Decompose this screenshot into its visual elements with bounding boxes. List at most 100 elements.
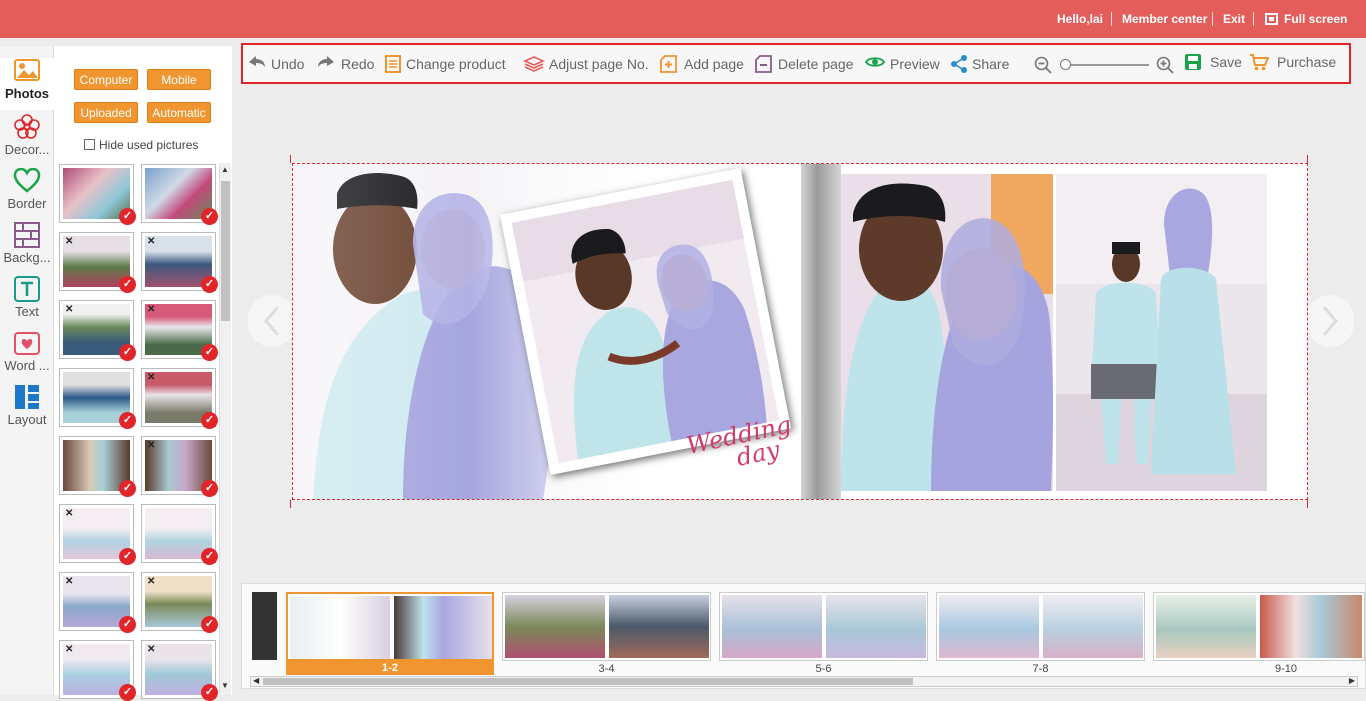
photo-thumbnail[interactable]: ✕ ✓	[141, 300, 218, 361]
mobile-button[interactable]: Mobile	[147, 69, 211, 90]
undo-label: Undo	[271, 56, 305, 72]
sidebar-item-border[interactable]: Border	[0, 168, 54, 222]
spread-label[interactable]: 1-2	[286, 661, 494, 675]
scrollbar-thumb[interactable]	[221, 181, 230, 321]
cover-thumbnail[interactable]	[252, 592, 277, 660]
spread-thumbnail[interactable]	[1153, 592, 1365, 661]
photo-thumbnail[interactable]: ✓	[59, 164, 136, 225]
zoom-in-icon[interactable]	[1156, 56, 1174, 74]
photo-thumbnail[interactable]: ✕ ✓	[141, 232, 218, 293]
photo-thumbnail[interactable]: ✕ ✓	[59, 232, 136, 293]
right-photo-left[interactable]	[841, 174, 1053, 491]
remove-icon[interactable]: ✕	[65, 508, 73, 519]
sidebar-item-layout[interactable]: Layout	[0, 384, 54, 438]
remove-icon[interactable]: ✕	[147, 440, 155, 451]
spread-label[interactable]: 7-8	[936, 663, 1145, 675]
spread-label[interactable]: 3-4	[502, 663, 711, 675]
photo-thumbnail[interactable]: ✕ ✓	[141, 640, 218, 701]
scroll-down-icon[interactable]: ▼	[221, 681, 229, 690]
delete-page-label: Delete page	[778, 56, 854, 72]
next-page-button[interactable]	[1306, 295, 1354, 347]
sidebar-item-decor[interactable]: Decor...	[0, 114, 54, 168]
undo-button[interactable]: Undo	[248, 54, 308, 74]
adjust-page-no-button[interactable]: Adjust page No.	[523, 54, 651, 74]
remove-icon[interactable]: ✕	[147, 372, 155, 383]
used-check-icon: ✓	[201, 344, 218, 361]
greeting-text: Hello,lai	[1057, 12, 1104, 26]
remove-icon[interactable]: ✕	[65, 304, 73, 315]
computer-button[interactable]: Computer	[74, 69, 138, 90]
hide-used-checkbox[interactable]: Hide used pictures	[84, 138, 198, 152]
remove-icon[interactable]: ✕	[65, 236, 73, 247]
sidebar-item-word-art[interactable]: Word ...	[0, 330, 54, 384]
text-icon	[14, 276, 40, 302]
used-check-icon: ✓	[119, 480, 136, 497]
spread-label[interactable]: 5-6	[719, 663, 928, 675]
redo-label: Redo	[341, 56, 375, 72]
photo-thumbnail[interactable]: ✓	[59, 368, 136, 429]
scrollbar-thumb[interactable]	[263, 678, 913, 685]
full-screen-link[interactable]: Full screen	[1284, 12, 1347, 26]
couple-photo-closeup[interactable]	[841, 174, 1053, 491]
automatic-button[interactable]: Automatic	[147, 102, 211, 123]
photo-thumbnail[interactable]: ✕ ✓	[59, 300, 136, 361]
remove-icon[interactable]: ✕	[147, 304, 155, 315]
delete-page-icon	[755, 55, 772, 73]
photo-thumbnail[interactable]: ✓	[141, 164, 218, 225]
redo-button[interactable]: Redo	[317, 54, 375, 74]
remove-icon[interactable]: ✕	[147, 644, 155, 655]
document-icon	[385, 55, 401, 73]
sidebar-item-label: Layout	[7, 412, 47, 427]
sidebar-item-photos[interactable]: Photos	[0, 58, 54, 110]
purchase-label: Purchase	[1277, 54, 1337, 70]
exit-link[interactable]: Exit	[1223, 12, 1245, 26]
zoom-out-icon[interactable]	[1034, 56, 1052, 74]
scroll-up-icon[interactable]: ▲	[221, 165, 229, 174]
preview-button[interactable]: Preview	[865, 54, 940, 74]
spread-thumbnail[interactable]	[502, 592, 711, 661]
remove-icon[interactable]: ✕	[147, 576, 155, 587]
photo-thumbnail[interactable]: ✓	[59, 436, 136, 497]
change-product-button[interactable]: Change product	[385, 54, 513, 74]
delete-page-button[interactable]: Delete page	[755, 54, 855, 74]
right-photo-right[interactable]	[1056, 174, 1267, 491]
album-spread-canvas[interactable]: Wedding day	[292, 163, 1308, 500]
add-page-button[interactable]: Add page	[660, 54, 745, 74]
photo-thumbnail[interactable]: ✕ ✓	[141, 436, 218, 497]
share-button[interactable]: Share	[950, 54, 1012, 74]
scroll-left-icon[interactable]: ◀	[253, 676, 259, 685]
member-center-link[interactable]: Member center	[1122, 12, 1207, 26]
zoom-slider-track[interactable]	[1061, 64, 1149, 66]
scroll-right-icon[interactable]: ▶	[1349, 676, 1355, 685]
uploaded-button[interactable]: Uploaded	[74, 102, 138, 123]
save-button[interactable]: Save	[1184, 52, 1242, 72]
spread-label[interactable]: 9-10	[1153, 663, 1365, 675]
spread-thumbnail[interactable]	[719, 592, 928, 661]
photo-thumbnail[interactable]: ✕ ✓	[59, 640, 136, 701]
filmstrip-scrollbar[interactable]: ◀ ▶	[250, 676, 1358, 687]
crop-mark	[1307, 155, 1315, 163]
remove-icon[interactable]: ✕	[65, 576, 73, 587]
prev-page-button[interactable]	[248, 295, 296, 347]
photo-thumbnail[interactable]: ✕ ✓	[141, 368, 218, 429]
save-icon	[1185, 54, 1201, 70]
photo-thumbnail[interactable]: ✕ ✓	[59, 504, 136, 565]
checkbox-box[interactable]	[84, 139, 95, 150]
photo-thumbnail[interactable]: ✕ ✓	[59, 572, 136, 633]
sidebar-item-background[interactable]: Backg...	[0, 222, 54, 276]
sidebar-item-text[interactable]: Text	[0, 276, 54, 330]
photo-thumbnail[interactable]: ✓	[141, 504, 218, 565]
panel-scrollbar[interactable]: ▲ ▼	[219, 163, 231, 695]
spread-thumbnail[interactable]	[286, 592, 494, 661]
sidebar-item-label: Word ...	[4, 358, 50, 373]
remove-icon[interactable]: ✕	[147, 236, 155, 247]
photo-icon	[14, 59, 40, 81]
couple-photo-seated[interactable]	[1056, 174, 1267, 491]
purchase-button[interactable]: Purchase	[1249, 52, 1339, 72]
remove-icon[interactable]: ✕	[65, 644, 73, 655]
photo-thumbnail[interactable]: ✕ ✓	[141, 572, 218, 633]
zoom-slider-handle[interactable]	[1060, 59, 1071, 70]
sidebar-item-label: Text	[15, 304, 39, 319]
spread-thumbnail[interactable]	[936, 592, 1145, 661]
fullscreen-icon[interactable]	[1265, 13, 1278, 25]
